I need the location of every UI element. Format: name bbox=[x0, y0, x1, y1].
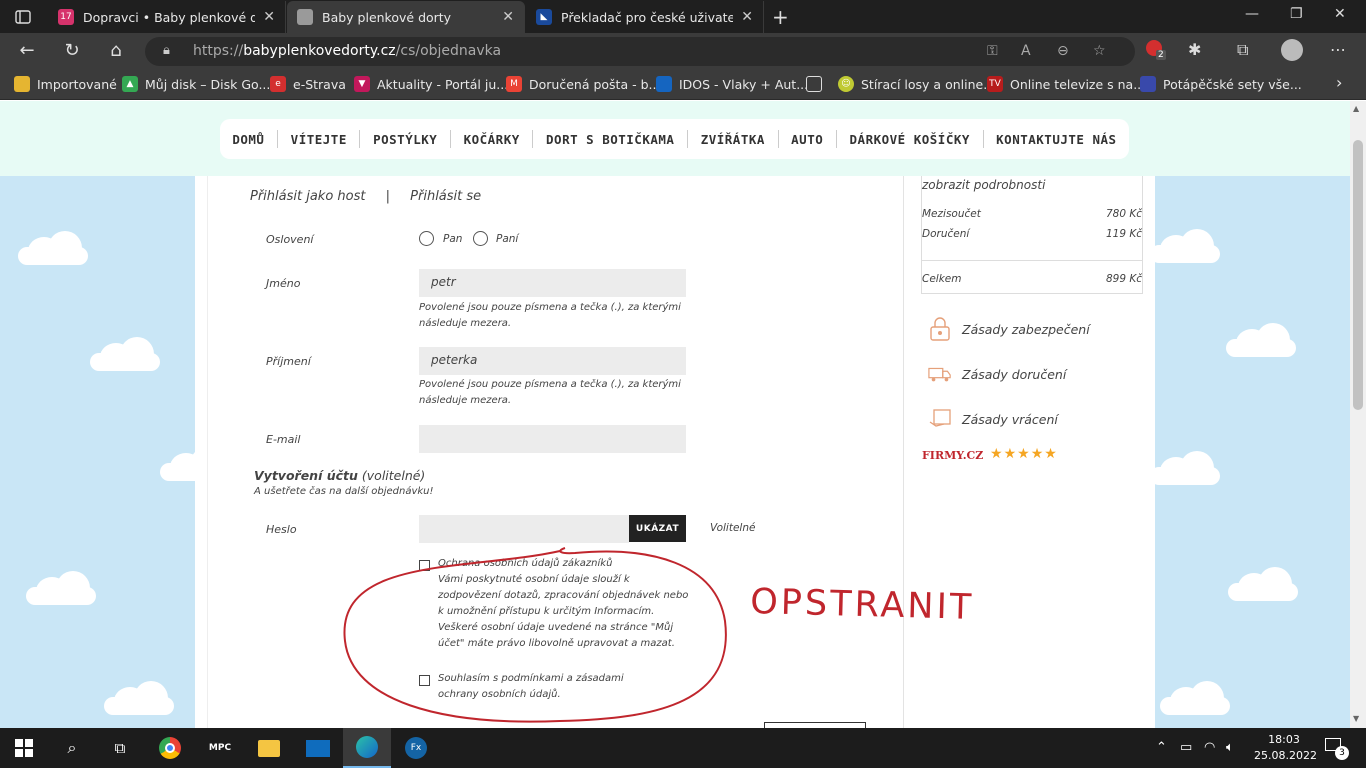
losy-icon: ☺ bbox=[838, 76, 854, 92]
maximize-icon[interactable]: ❐ bbox=[1290, 6, 1303, 22]
new-tab-icon[interactable]: + bbox=[772, 5, 789, 29]
reload-icon[interactable]: ↻ bbox=[60, 40, 84, 61]
window-close-icon[interactable]: ✕ bbox=[1334, 6, 1346, 22]
bookmark-label: Importované bbox=[37, 76, 117, 92]
scroll-up-icon[interactable]: ▲ bbox=[1353, 104, 1359, 113]
bookmark-aktuality[interactable]: ▼ Aktuality - Portál ju... bbox=[354, 76, 508, 92]
bookmark-label: Doručená pošta - b... bbox=[529, 76, 661, 92]
idos-icon bbox=[656, 76, 672, 92]
tray-chevron-icon[interactable]: ⌃ bbox=[1156, 740, 1167, 755]
notifications-icon[interactable]: 3 bbox=[1325, 738, 1349, 760]
page-icon bbox=[806, 76, 822, 92]
tab-close-icon[interactable]: ✕ bbox=[263, 9, 275, 25]
wifi-icon[interactable]: ◠ bbox=[1204, 740, 1215, 755]
address-bar[interactable]: 🔒︎ https://babyplenkovedorty.cz/cs/objed… bbox=[145, 37, 1135, 66]
mail-icon[interactable] bbox=[304, 736, 332, 760]
battery-icon[interactable]: ▭ bbox=[1180, 740, 1192, 755]
url-text: https://babyplenkovedorty.cz/cs/objednav… bbox=[193, 43, 502, 59]
folder-icon bbox=[14, 76, 30, 92]
tab-title: Baby plenkové dorty bbox=[322, 9, 452, 25]
bookmark-label: IDOS - Vlaky + Aut... bbox=[679, 76, 809, 92]
clock-date: 25.08.2022 bbox=[1254, 749, 1317, 762]
scroll-down-icon[interactable]: ▼ bbox=[1353, 714, 1359, 723]
zoom-icon[interactable]: ⊖ bbox=[1057, 43, 1069, 59]
bookmark-label: Potápěčské sety vše... bbox=[1163, 76, 1302, 92]
tab-title: Dopravci • Baby plenkové dorty bbox=[83, 9, 255, 25]
favorite-star-icon[interactable]: ☆ bbox=[1093, 43, 1106, 59]
bookmarks-bar: Importované ▲ Můj disk – Disk Go... e e-St… bbox=[0, 69, 1366, 100]
tab-actions-icon[interactable] bbox=[8, 6, 38, 28]
tab-favicon-icon bbox=[297, 9, 313, 25]
volume-icon[interactable]: 🔈︎ bbox=[1226, 740, 1234, 755]
clock-time: 18:03 bbox=[1268, 733, 1300, 746]
bookmark-page[interactable] bbox=[806, 76, 829, 92]
tab-prekladac[interactable]: ◣ Překladač pro české uživatele | Č ✕ bbox=[526, 1, 764, 33]
key-icon[interactable]: ⚿ bbox=[987, 43, 998, 59]
file-explorer-icon[interactable] bbox=[256, 736, 282, 760]
bookmark-gmail[interactable]: M Doručená pošta - b... bbox=[506, 76, 660, 92]
page-viewport: DOMŮ VÍTEJTE POSTÝLKY KOČÁRKY DORT S BOT… bbox=[0, 101, 1350, 728]
search-icon[interactable]: ⌕ bbox=[60, 736, 84, 760]
annotation-circle bbox=[343, 547, 727, 723]
bookmark-disk[interactable]: ▲ Můj disk – Disk Go... bbox=[122, 76, 270, 92]
tab-favicon-icon: ◣ bbox=[536, 9, 552, 25]
bookmark-idos[interactable]: IDOS - Vlaky + Aut... bbox=[656, 76, 808, 92]
browser-tab-bar: 17 Dopravci • Baby plenkové dorty ✕ Baby… bbox=[0, 0, 1366, 33]
bookmark-televize[interactable]: TV Online televize s na... bbox=[987, 76, 1145, 92]
tab-close-icon[interactable]: ✕ bbox=[502, 9, 514, 25]
red-annotation-layer: OPSTRANIT bbox=[343, 547, 975, 723]
windows-start-icon[interactable] bbox=[12, 736, 36, 760]
read-aloud-icon[interactable]: A bbox=[1021, 43, 1031, 59]
back-icon[interactable]: ← bbox=[15, 40, 39, 61]
extensions-puzzle-icon[interactable]: ✱ bbox=[1188, 40, 1201, 59]
drive-icon: ▲ bbox=[122, 76, 138, 92]
clock[interactable]: 18:03 25.08.2022 bbox=[1254, 732, 1317, 764]
profile-avatar[interactable] bbox=[1281, 39, 1303, 61]
bookmark-label: e-Strava bbox=[293, 76, 346, 92]
windows-taskbar: ⌕ ⧉ MPC Fx ⌃ ▭ ◠ 🔈︎ 18:03 25.08.2022 3 bbox=[0, 728, 1366, 768]
bookmark-label: Můj disk – Disk Go... bbox=[145, 76, 271, 92]
gmail-icon: M bbox=[506, 76, 522, 92]
home-icon[interactable]: ⌂ bbox=[104, 40, 128, 61]
chrome-icon[interactable] bbox=[158, 736, 182, 760]
edge-taskbar-icon[interactable] bbox=[343, 728, 391, 768]
tab-favicon-icon: 17 bbox=[58, 9, 74, 25]
notification-count: 3 bbox=[1335, 746, 1349, 760]
mpcbe-icon[interactable]: MPC bbox=[206, 736, 234, 760]
triangle-icon: ▼ bbox=[354, 76, 370, 92]
tab-close-icon[interactable]: ✕ bbox=[741, 9, 753, 25]
extension-badge: 2 bbox=[1156, 50, 1166, 60]
bookmark-losy[interactable]: ☺ Stírací losy a online... bbox=[838, 76, 995, 92]
task-view-icon[interactable]: ⧉ bbox=[108, 736, 132, 760]
dive-icon bbox=[1140, 76, 1156, 92]
felix-icon[interactable]: Fx bbox=[403, 736, 429, 760]
bookmark-label: Stírací losy a online... bbox=[861, 76, 996, 92]
lock-icon: 🔒︎ bbox=[163, 43, 170, 58]
more-menu-icon[interactable]: ⋯ bbox=[1330, 40, 1346, 59]
tab-title: Překladač pro české uživatele | Č bbox=[561, 9, 733, 25]
bookmark-potapecske[interactable]: Potápěčské sety vše... bbox=[1140, 76, 1302, 92]
tv-icon: TV bbox=[987, 76, 1003, 92]
extension-icon[interactable]: 2 bbox=[1146, 40, 1166, 60]
estrava-icon: e bbox=[270, 76, 286, 92]
minimize-icon[interactable]: — bbox=[1245, 6, 1259, 22]
bookmark-estrava[interactable]: e e-Strava bbox=[270, 76, 346, 92]
annotation-text: OPSTRANIT bbox=[750, 582, 975, 628]
tab-baby-plenkove-dorty[interactable]: Baby plenkové dorty ✕ bbox=[287, 1, 525, 33]
bookmark-importovane[interactable]: Importované bbox=[14, 76, 117, 92]
tab-dopravci[interactable]: 17 Dopravci • Baby plenkové dorty ✕ bbox=[48, 1, 286, 33]
collections-icon[interactable]: ⧉ bbox=[1237, 40, 1248, 60]
bookmarks-more-icon[interactable]: › bbox=[1336, 73, 1342, 92]
browser-toolbar: ← ↻ ⌂ 🔒︎ https://babyplenkovedorty.cz/cs… bbox=[0, 33, 1366, 69]
bookmark-label: Aktuality - Portál ju... bbox=[377, 76, 509, 92]
bookmark-label: Online televize s na... bbox=[1010, 76, 1146, 92]
scrollbar-thumb[interactable] bbox=[1353, 140, 1363, 410]
